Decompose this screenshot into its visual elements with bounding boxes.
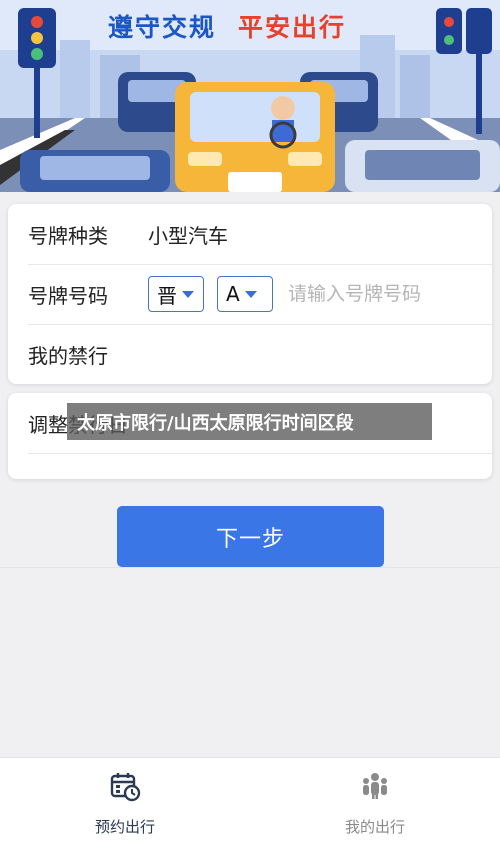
divider xyxy=(0,567,500,568)
header-banner: 遵守交规 平安出行 xyxy=(0,0,500,192)
my-restriction-row[interactable]: 我的禁行 xyxy=(8,324,492,384)
divider xyxy=(28,453,492,454)
my-restriction-label: 我的禁行 xyxy=(28,343,108,368)
plate-number-row: 号牌号码 晋 A xyxy=(8,264,492,324)
tab-reserve-trip-label: 预约出行 xyxy=(94,818,155,836)
plate-type-row[interactable]: 号牌种类 小型汽车 xyxy=(8,204,492,264)
plate-number-input[interactable] xyxy=(288,276,478,312)
plate-type-value[interactable]: 小型汽车 xyxy=(148,220,228,249)
plate-form-card: 号牌种类 小型汽车 号牌号码 晋 A 我的禁行 xyxy=(8,204,492,384)
caret-down-icon xyxy=(244,290,257,298)
letter-select[interactable]: A xyxy=(217,276,273,312)
bottom-tab-bar: 预约出行 我的出行 xyxy=(0,757,500,843)
tab-my-trips-label: 我的出行 xyxy=(344,818,405,836)
tab-my-trips[interactable]: 我的出行 xyxy=(250,758,500,843)
next-step-button[interactable]: 下一步 xyxy=(117,506,384,567)
province-value: 晋 xyxy=(157,283,177,308)
letter-value: A xyxy=(226,282,240,306)
banner-title-right: 平安出行 xyxy=(238,13,347,42)
banner-title-left: 遵守交规 xyxy=(108,13,217,42)
tab-reserve-trip[interactable]: 预约出行 xyxy=(0,758,250,843)
people-icon xyxy=(363,773,387,799)
caret-down-icon xyxy=(182,290,194,298)
watermark-overlay: 太原市限行/山西太原限行时间区段 xyxy=(67,403,432,440)
plate-number-label: 号牌号码 xyxy=(28,283,108,308)
plate-type-label: 号牌种类 xyxy=(28,223,108,248)
calendar-clock-icon xyxy=(110,773,141,802)
province-select[interactable]: 晋 xyxy=(148,276,204,312)
